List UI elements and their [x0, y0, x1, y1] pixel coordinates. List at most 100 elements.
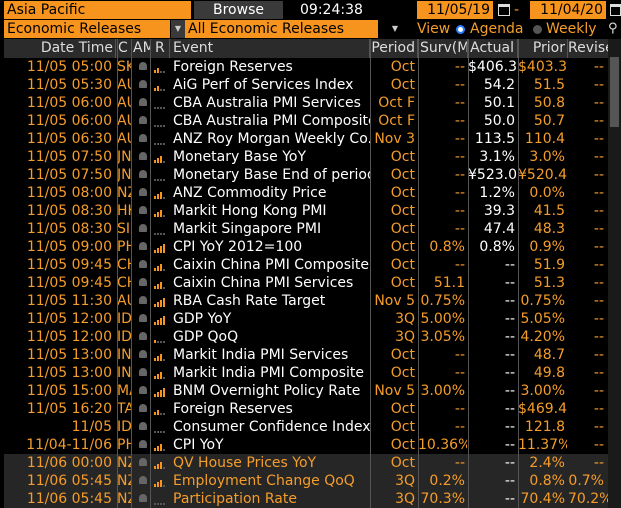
country-cell: AU — [117, 77, 132, 93]
bell-icon[interactable] — [139, 386, 147, 394]
relevance-cell — [152, 148, 170, 166]
bell-icon[interactable] — [139, 368, 147, 376]
country-cell: NZ — [117, 473, 132, 489]
datetime-cell: 11/05 06:00 — [26, 95, 112, 111]
column-divider — [370, 39, 371, 508]
survey-cell: -- — [454, 185, 465, 201]
period-cell: Oct — [390, 221, 415, 237]
event-cell: BNM Overnight Policy Rate — [173, 383, 361, 399]
bell-icon[interactable] — [139, 350, 147, 358]
col-event[interactable]: Event — [171, 39, 370, 58]
region-field[interactable]: Asia Pacific — [4, 1, 191, 19]
bell-icon[interactable] — [139, 260, 147, 268]
col-alert[interactable]: AM — [133, 39, 151, 58]
relevance-cell — [152, 202, 170, 220]
alert-cell — [133, 202, 151, 220]
radio-weekly[interactable] — [533, 25, 542, 34]
country-cell: NZ — [117, 185, 132, 201]
actual-cell: -- — [504, 275, 515, 291]
bell-icon[interactable] — [139, 242, 147, 250]
prior-cell: 2.4% — [529, 455, 565, 471]
bell-icon[interactable] — [139, 278, 147, 286]
period-cell: Oct F — [378, 95, 415, 111]
bell-icon[interactable] — [139, 404, 147, 412]
relevance-cell — [152, 58, 170, 76]
prior-cell: 51.9 — [533, 257, 565, 273]
radio-agenda[interactable] — [456, 25, 465, 34]
relevance-bars-icon — [152, 315, 166, 325]
relevance-cell — [152, 382, 170, 400]
relevance-cell — [152, 400, 170, 418]
bell-icon[interactable] — [139, 98, 147, 106]
relevance-bars-icon — [152, 495, 166, 505]
bell-icon[interactable] — [139, 80, 147, 88]
country-cell: NZ — [117, 491, 132, 507]
view-option-weekly[interactable]: Weekly — [546, 20, 597, 38]
actual-cell: 113.5 — [474, 131, 515, 147]
category-select[interactable]: Economic Releases — [4, 20, 170, 38]
filter-select[interactable]: All Economic Releases — [185, 20, 378, 38]
alert-cell — [133, 76, 151, 94]
bell-icon[interactable] — [139, 332, 147, 340]
prior-cell: 3.00% — [520, 383, 565, 399]
col-revised[interactable]: Revised — [568, 39, 612, 58]
datetime-cell: 11/05 06:30 — [26, 131, 112, 147]
scrollbar-thumb[interactable] — [610, 57, 619, 127]
chevron-down-icon[interactable]: ▼ — [171, 20, 185, 38]
bell-icon[interactable] — [139, 494, 147, 502]
view-label: View — [417, 21, 451, 37]
bell-icon[interactable] — [139, 62, 147, 70]
bell-icon[interactable] — [139, 152, 147, 160]
bell-icon[interactable] — [139, 188, 147, 196]
col-datetime[interactable]: Date Time — [4, 39, 116, 58]
col-actual[interactable]: Actual — [468, 39, 518, 58]
bell-icon[interactable] — [139, 314, 147, 322]
date-to-field[interactable]: 11/04/20 — [530, 1, 606, 19]
country-cell: CH — [117, 257, 132, 273]
period-cell: Oct — [390, 347, 415, 363]
revised-cell: -- — [593, 239, 604, 255]
calendar-icon[interactable] — [498, 4, 510, 16]
col-country[interactable]: C — [117, 39, 132, 58]
country-cell: SI — [117, 221, 131, 237]
survey-cell: 0.75% — [420, 293, 465, 309]
bell-icon[interactable] — [139, 458, 147, 466]
bell-icon[interactable] — [139, 422, 147, 430]
event-cell: CPI YoY 2012=100 — [173, 239, 303, 255]
datetime-cell: 11/05 05:00 — [26, 59, 112, 75]
col-relevance[interactable]: R — [152, 39, 170, 58]
alert-cell — [133, 418, 151, 436]
bell-icon[interactable] — [139, 134, 147, 142]
chevron-down-icon[interactable]: ▼ — [380, 20, 410, 38]
bell-icon[interactable] — [139, 116, 147, 124]
country-cell: AU — [117, 113, 132, 129]
browse-button[interactable]: Browse — [194, 1, 283, 19]
relevance-bars-icon — [152, 243, 166, 253]
event-cell: CBA Australia PMI Composite — [173, 113, 370, 129]
period-cell: Oct — [390, 77, 415, 93]
relevance-bars-icon — [152, 261, 166, 271]
bell-icon[interactable] — [139, 476, 147, 484]
bell-icon[interactable] — [139, 170, 147, 178]
bell-icon[interactable] — [139, 296, 147, 304]
relevance-bars-icon — [152, 81, 166, 91]
view-option-agenda[interactable]: Agenda — [470, 20, 523, 38]
vertical-scrollbar[interactable] — [608, 39, 621, 508]
prior-cell: 0.9% — [529, 239, 565, 255]
col-survey[interactable]: Surv(M — [418, 39, 468, 58]
revised-cell: 0.7% — [568, 473, 604, 489]
col-period[interactable]: Period — [370, 39, 418, 58]
survey-cell: -- — [454, 257, 465, 273]
zoom-icon[interactable]: ⚲ — [608, 21, 618, 36]
calendar-icon[interactable] — [610, 4, 621, 16]
period-cell: Oct — [390, 203, 415, 219]
prior-cell: $469.49 — [518, 401, 567, 417]
bell-icon[interactable] — [139, 224, 147, 232]
relevance-bars-icon — [152, 117, 166, 127]
bell-icon[interactable] — [139, 206, 147, 214]
bell-icon[interactable] — [139, 440, 147, 448]
alert-cell — [133, 256, 151, 274]
alert-cell — [133, 220, 151, 238]
col-prior[interactable]: Prior — [518, 39, 568, 58]
date-from-field[interactable]: 11/05/19 — [417, 1, 493, 19]
